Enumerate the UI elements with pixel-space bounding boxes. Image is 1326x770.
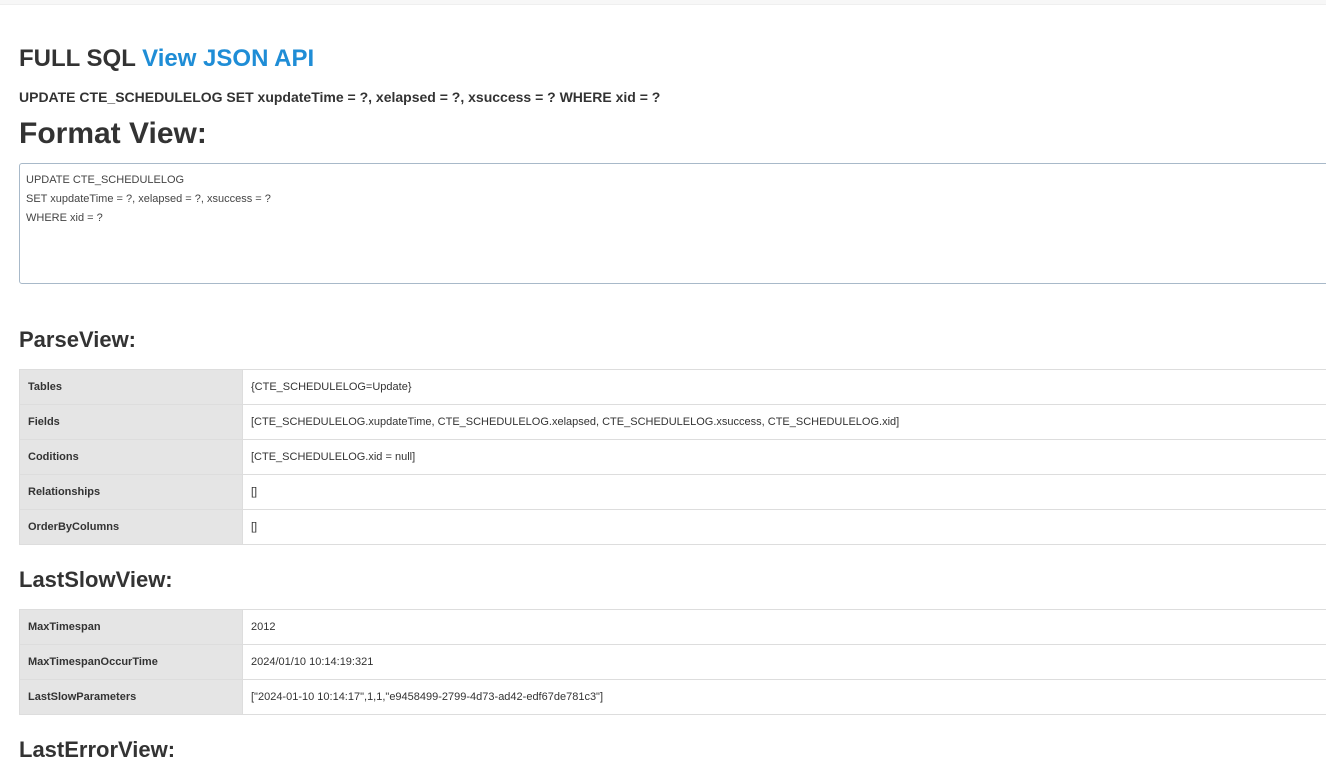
format-line: WHERE xid = ?	[26, 212, 103, 224]
page-title-text: FULL SQL	[19, 45, 136, 72]
row-value: []	[242, 474, 1326, 510]
row-value: 2012	[242, 609, 1326, 645]
full-sql-text: UPDATE CTE_SCHEDULELOG SET xupdateTime =…	[19, 89, 661, 105]
row-key: Coditions	[19, 439, 243, 475]
row-value: [CTE_SCHEDULELOG.xupdateTime, CTE_SCHEDU…	[242, 404, 1326, 440]
row-key: Relationships	[19, 474, 243, 510]
table-row: LastSlowParameters ["2024-01-10 10:14:17…	[19, 679, 1326, 715]
format-view-textarea[interactable]: UPDATE CTE_SCHEDULELOG SET xupdateTime =…	[19, 163, 1326, 284]
format-line: UPDATE CTE_SCHEDULELOG	[26, 174, 185, 186]
last-error-view-heading: LastErrorView:	[19, 737, 176, 762]
row-value: ["2024-01-10 10:14:17",1,1,"e9458499-279…	[242, 679, 1326, 715]
last-slow-view-table: MaxTimespan 2012 MaxTimespanOccurTime 20…	[19, 609, 1326, 715]
table-row: Tables {CTE_SCHEDULELOG=Update}	[19, 369, 1326, 405]
row-key: LastSlowParameters	[19, 679, 243, 715]
top-bar	[0, 0, 1326, 5]
parse-view-heading: ParseView:	[19, 327, 137, 352]
parse-view-table: Tables {CTE_SCHEDULELOG=Update} Fields […	[19, 369, 1326, 545]
table-row: Coditions [CTE_SCHEDULELOG.xid = null]	[19, 439, 1326, 475]
row-key: OrderByColumns	[19, 509, 243, 545]
view-json-api-link[interactable]: View JSON API	[142, 45, 314, 72]
table-row: MaxTimespan 2012	[19, 609, 1326, 645]
row-key: MaxTimespanOccurTime	[19, 644, 243, 680]
table-row: Relationships []	[19, 474, 1326, 510]
format-line: SET xupdateTime = ?, xelapsed = ?, xsucc…	[26, 193, 271, 205]
row-key: MaxTimespan	[19, 609, 243, 645]
table-row: MaxTimespanOccurTime 2024/01/10 10:14:19…	[19, 644, 1326, 680]
row-value: {CTE_SCHEDULELOG=Update}	[242, 369, 1326, 405]
page-title: FULL SQL View JSON API	[19, 44, 314, 74]
row-value: 2024/01/10 10:14:19:321	[242, 644, 1326, 680]
row-key: Fields	[19, 404, 243, 440]
row-key: Tables	[19, 369, 243, 405]
table-row: OrderByColumns []	[19, 509, 1326, 545]
row-value: []	[242, 509, 1326, 545]
row-value: [CTE_SCHEDULELOG.xid = null]	[242, 439, 1326, 475]
format-view-heading: Format View:	[19, 117, 207, 150]
table-row: Fields [CTE_SCHEDULELOG.xupdateTime, CTE…	[19, 404, 1326, 440]
last-slow-view-heading: LastSlowView:	[19, 567, 173, 592]
